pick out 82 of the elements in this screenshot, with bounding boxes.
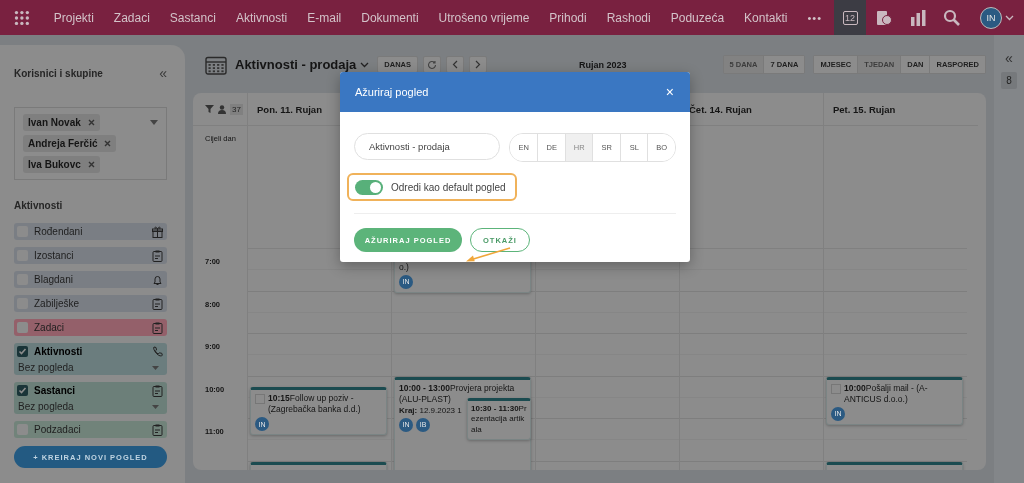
month-label: Rujan 2023 xyxy=(579,59,627,70)
activity-label: Rođendani xyxy=(34,226,84,237)
toggle-label: Odredi kao default pogled xyxy=(391,181,506,193)
check-icon xyxy=(18,347,27,356)
close-button[interactable]: × xyxy=(665,84,674,100)
chevron-right-icon xyxy=(475,60,482,69)
note-icon xyxy=(152,297,163,310)
checkbox[interactable] xyxy=(17,385,28,396)
day-header: Čet. 14. Rujan xyxy=(689,103,752,115)
activity-label: Izostanci xyxy=(34,250,75,261)
filter-icon[interactable] xyxy=(205,105,214,113)
sidebar-title: Korisnici i skupine xyxy=(14,67,103,79)
nav-link[interactable]: E-mail xyxy=(297,10,352,25)
remove-icon[interactable] xyxy=(104,140,112,147)
view-title[interactable]: Aktivnosti - prodaja xyxy=(235,57,357,72)
nav-link[interactable]: Rashodi xyxy=(596,10,661,25)
dropdown-caret-icon xyxy=(150,120,158,125)
view-dropdown[interactable]: Bez pogleda xyxy=(14,399,167,414)
day-header: Pet. 15. Rujan xyxy=(833,103,896,115)
user-select-field[interactable]: Ivan Novak Andreja Ferčić Iva Bukovc xyxy=(14,107,167,180)
toggle-switch[interactable] xyxy=(355,179,383,195)
user-chip[interactable]: Iva Bukovc xyxy=(23,156,100,173)
section-title: Aktivnosti xyxy=(14,200,64,211)
dialog-title: Ažuriraj pogled xyxy=(355,86,429,98)
event-note: Kraj: 12.9.2023 1 xyxy=(399,405,462,416)
annotation-arrow xyxy=(464,246,512,262)
caret-icon[interactable] xyxy=(1005,14,1014,21)
nav-link[interactable]: Prihodi xyxy=(539,10,597,25)
remove-icon[interactable] xyxy=(87,161,95,168)
gift-icon xyxy=(152,225,163,238)
event-card[interactable]: 10:30 - 11:30Prezentacija artikala xyxy=(467,397,531,441)
nav-link[interactable]: Projekti xyxy=(43,10,104,25)
calendar-tool[interactable]: 12 xyxy=(834,0,866,35)
chevron-left-icon xyxy=(452,60,459,69)
clipboard-icon xyxy=(152,423,163,436)
event-title: o.) xyxy=(399,261,410,273)
count-badge: 37 xyxy=(230,103,243,115)
nav-link[interactable]: Kontakti xyxy=(734,10,798,25)
count-badge: 8 xyxy=(1001,72,1017,89)
activity-label: Blagdani xyxy=(34,274,74,285)
activity-label: Zabilješke xyxy=(34,298,81,309)
collapse-button[interactable]: « xyxy=(1005,50,1013,66)
view-dropdown[interactable]: Bez pogleda xyxy=(14,360,167,375)
event-title: 10:30 - 11:30Prezentacija artikala xyxy=(471,403,527,435)
activity-label: Aktivnosti xyxy=(34,346,84,357)
user-chip[interactable]: Ivan Novak xyxy=(23,114,100,131)
nav-link[interactable]: Utrošeno vrijeme xyxy=(428,10,540,25)
nav-link[interactable]: Sastanci xyxy=(159,10,226,25)
apps-grid-icon[interactable] xyxy=(14,9,30,26)
activity-label: Podzadaci xyxy=(34,424,82,435)
refresh-icon xyxy=(427,59,438,70)
check-icon xyxy=(18,386,27,395)
activity-label: Sastanci xyxy=(34,385,77,396)
activity-label: Zadaci xyxy=(34,322,65,333)
checkbox[interactable] xyxy=(17,346,28,357)
clipboard-icon xyxy=(152,321,163,334)
calendar-icon: 12 xyxy=(842,10,858,25)
user-avatar[interactable]: IN xyxy=(980,6,1002,29)
search-icon xyxy=(943,8,961,27)
nav-link[interactable]: Dokumenti xyxy=(351,10,429,25)
dropdown-caret-icon xyxy=(152,365,159,370)
chevron-down-icon[interactable] xyxy=(360,61,370,68)
dropdown-caret-icon xyxy=(152,404,159,409)
day-header: Pon. 11. Rujan xyxy=(257,103,322,115)
document-icon xyxy=(152,249,163,262)
nav-link[interactable]: Aktivnosti xyxy=(225,10,298,25)
bell-icon xyxy=(152,273,163,286)
nav-link[interactable]: Zadaci xyxy=(103,10,160,25)
document-phone-icon xyxy=(875,8,893,27)
user-chip[interactable]: Andreja Ferčić xyxy=(23,135,117,152)
checkbox[interactable] xyxy=(17,424,28,435)
bar-chart-icon xyxy=(909,8,927,27)
person-icon[interactable] xyxy=(218,104,226,114)
nav-link[interactable]: Poduzeća xyxy=(660,10,735,25)
event-title: 10:15Follow up poziv - (Zagrebačka banka d.d.) xyxy=(268,393,362,416)
remove-icon[interactable] xyxy=(87,119,95,126)
phone-icon xyxy=(152,345,163,358)
collapse-button[interactable]: « xyxy=(159,65,167,81)
view-name-field[interactable]: Aktivnosti - prodaja xyxy=(354,133,500,160)
more-menu[interactable]: ••• xyxy=(797,11,832,24)
checkbox[interactable] xyxy=(17,322,28,333)
event-title: 10:00Pošalji mail - (A-ANTICUS d.o.o.) xyxy=(844,382,929,405)
